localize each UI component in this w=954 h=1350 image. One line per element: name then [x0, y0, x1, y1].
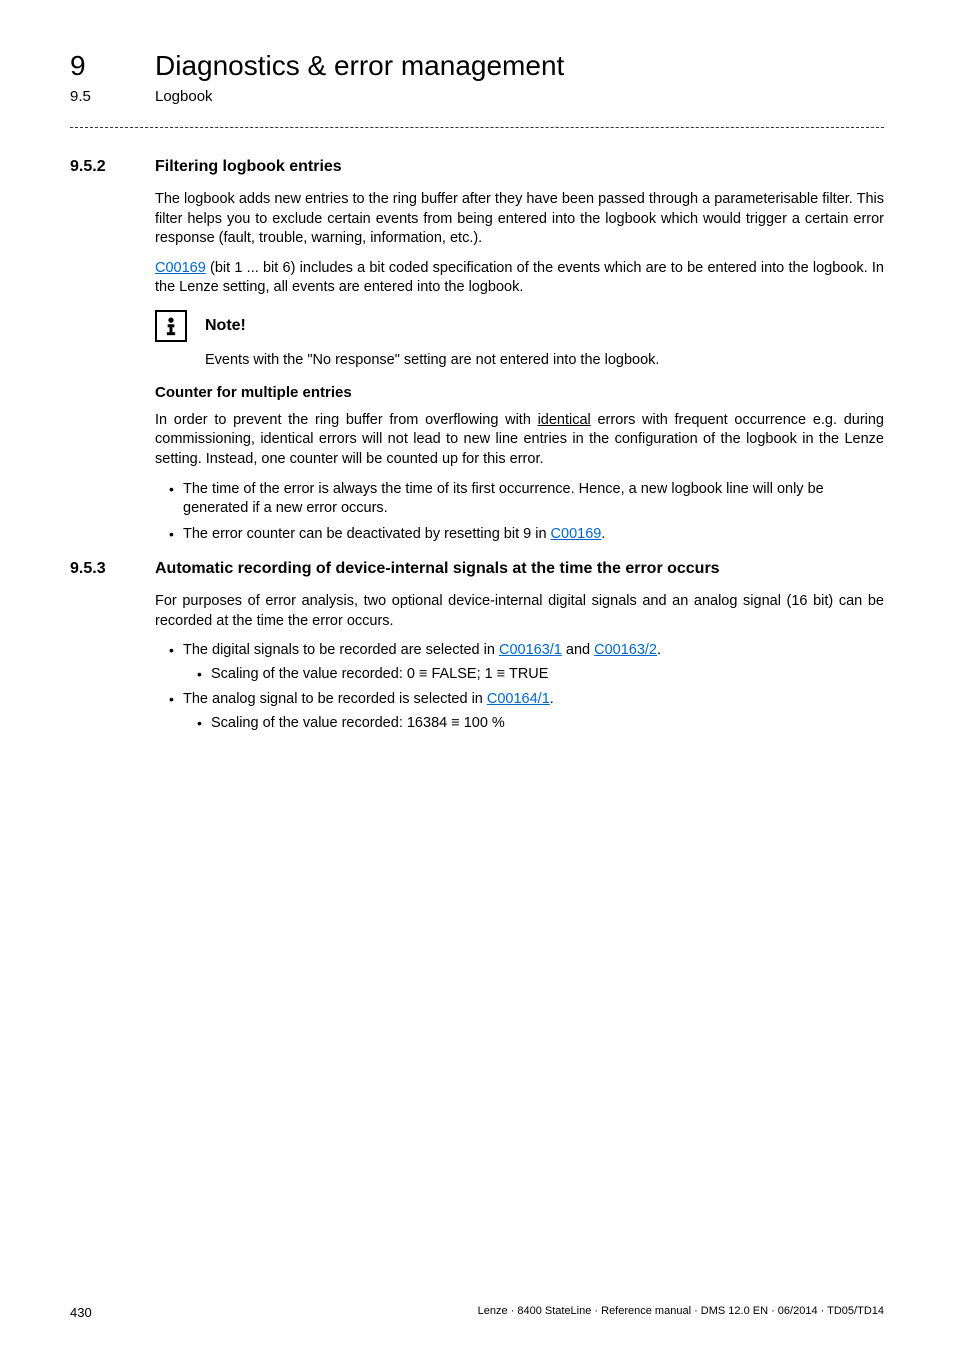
- text: .: [657, 642, 661, 658]
- text: The digital signals to be recorded are s…: [183, 642, 499, 658]
- text-underline: identical: [538, 412, 591, 428]
- subsection-title: Filtering logbook entries: [155, 158, 342, 176]
- info-icon: [155, 310, 187, 342]
- text: The error counter can be deactivated by …: [183, 526, 551, 542]
- paragraph: C00169 (bit 1 ... bit 6) includes a bit …: [155, 259, 884, 298]
- subsection-number: 9.5.2: [70, 158, 155, 176]
- text: .: [601, 526, 605, 542]
- link-c00163-1[interactable]: C00163/1: [499, 642, 562, 658]
- chapter-title: Diagnostics & error management: [155, 50, 564, 82]
- note-title: Note!: [205, 317, 246, 335]
- link-c00169[interactable]: C00169: [551, 526, 602, 542]
- text: .: [550, 691, 554, 707]
- link-c00169[interactable]: C00169: [155, 260, 206, 276]
- note-box: Note! Events with the "No response" sett…: [155, 310, 884, 368]
- list-item: The time of the error is always the time…: [169, 480, 884, 519]
- page-number: 430: [70, 1305, 92, 1320]
- paragraph: In order to prevent the ring buffer from…: [155, 411, 884, 470]
- subsection-title: Automatic recording of device-internal s…: [155, 560, 720, 578]
- subheading: Counter for multiple entries: [155, 384, 884, 401]
- divider: [70, 127, 884, 128]
- link-c00164-1[interactable]: C00164/1: [487, 691, 550, 707]
- list-item: Scaling of the value recorded: 16384 ≡ 1…: [197, 714, 884, 734]
- list-item: The digital signals to be recorded are s…: [169, 641, 884, 684]
- text: (bit 1 ... bit 6) includes a bit coded s…: [155, 260, 884, 296]
- subsection-number: 9.5.3: [70, 560, 155, 578]
- section-title: Logbook: [155, 88, 213, 105]
- chapter-number: 9: [70, 50, 155, 82]
- footer-reference: Lenze · 8400 StateLine · Reference manua…: [478, 1305, 884, 1320]
- paragraph: The logbook adds new entries to the ring…: [155, 190, 884, 249]
- text: The analog signal to be recorded is sele…: [183, 691, 487, 707]
- link-c00163-2[interactable]: C00163/2: [594, 642, 657, 658]
- section-number: 9.5: [70, 88, 155, 105]
- note-body: Events with the "No response" setting ar…: [205, 352, 884, 368]
- list-item: The error counter can be deactivated by …: [169, 525, 884, 545]
- text: In order to prevent the ring buffer from…: [155, 412, 538, 428]
- list-item: Scaling of the value recorded: 0 ≡ FALSE…: [197, 665, 884, 685]
- list-item: The analog signal to be recorded is sele…: [169, 690, 884, 733]
- text: and: [562, 642, 594, 658]
- paragraph: For purposes of error analysis, two opti…: [155, 592, 884, 631]
